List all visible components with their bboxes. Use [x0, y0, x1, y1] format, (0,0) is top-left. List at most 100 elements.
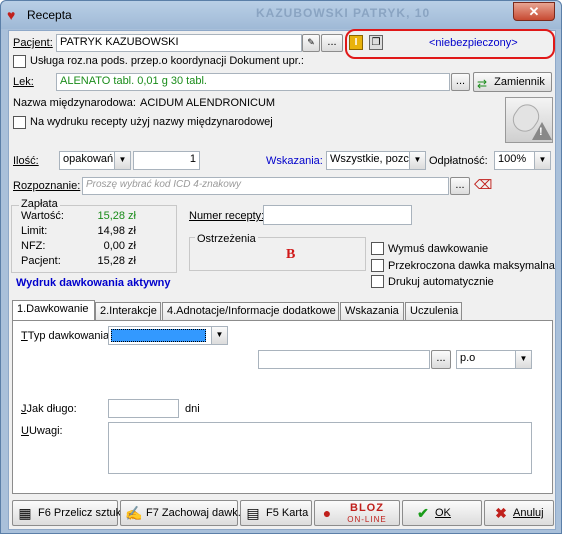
payment-row-label: Limit: [21, 225, 48, 237]
card-icon: ▤ [246, 505, 260, 521]
tab-annotations[interactable]: 4.Adnotacje/Informacje dodatkowe [162, 302, 339, 320]
dosage-tab-panel: TTyp dawkowania: ▼ ... p.o ▼ JJak długo:… [12, 320, 553, 494]
max-dose-exceeded-label: Przekroczona dawka maksymalna [388, 260, 555, 272]
warnings-title: Ostrzeżenia [195, 233, 258, 245]
payment-select[interactable]: 100% ▼ [494, 151, 551, 170]
intl-name-checkbox[interactable] [13, 116, 26, 129]
tab-dosage[interactable]: 1.Dawkowanie [12, 300, 95, 320]
intl-name-label: Nazwa międzynarodowa: [13, 97, 136, 109]
replace-icon: ⇄ [477, 77, 488, 91]
drug-field[interactable]: ALENATO tabl. 0,01 g 30 tabl. [56, 73, 450, 91]
save-dosage-button[interactable]: ✍ F7 Zachowaj dawk. [120, 500, 241, 526]
patient-edit-icon[interactable]: ✎ [302, 34, 320, 52]
title-bar[interactable]: ♥ Recepta KAZUBOWSKI PATRYK, 10 ✕ [1, 1, 561, 29]
prescription-number-label: Numer recepty: [189, 210, 265, 222]
diagnosis-input[interactable]: Proszę wybrać kod ICD 4-znakowy [82, 177, 449, 195]
quantity-input[interactable]: 1 [133, 151, 200, 170]
insurance-status-link[interactable]: <niebezpieczony> [429, 37, 518, 49]
dosage-type-select[interactable]: ▼ [108, 326, 228, 345]
bloz-logo-bottom: ON-LINE [347, 515, 387, 524]
prescription-number-input[interactable] [263, 205, 412, 225]
close-button[interactable]: ✕ [513, 2, 555, 21]
dosage-type-label: TTyp dawkowania: [21, 330, 113, 342]
card-button[interactable]: ▤ F5 Karta [240, 500, 312, 526]
quantity-unit-select[interactable]: opakowań ▼ [59, 151, 131, 170]
intl-name-checkbox-label: Na wydruku recepty użyj nazwy międzynaro… [30, 116, 273, 128]
force-dosage-checkbox[interactable] [371, 242, 384, 255]
ok-button[interactable]: ✔ OK [402, 500, 482, 526]
warnings-value: B [286, 247, 296, 262]
payment-label: Odpłatność: [429, 155, 488, 167]
patient-field[interactable]: PATRYK KAZUBOWSKI [56, 34, 302, 52]
prescription-form: Pacjent: PATRYK KAZUBOWSKI ✎ ... I ❐ <ni… [8, 29, 556, 530]
tab-interactions[interactable]: 2.Interakcje [95, 302, 161, 320]
tab-bar: 1.Dawkowanie 2.Interakcje 4.Adnotacje/In… [12, 300, 553, 320]
payment-group-title: Zapłata [19, 198, 60, 210]
pills-icon: ● [322, 505, 332, 521]
dose-input[interactable] [258, 350, 430, 369]
payment-row-label: Pacjent: [21, 255, 61, 267]
calculator-icon: ▦ [18, 505, 32, 521]
drug-label: Lek: [13, 76, 34, 88]
route-value: p.o [460, 352, 476, 364]
dosage-print-status: Wydruk dawkowania aktywny [16, 277, 171, 289]
dose-browse-button[interactable]: ... [431, 350, 451, 369]
max-dose-exceeded-checkbox[interactable] [371, 259, 384, 272]
payment-row-label: Wartość: [21, 210, 64, 222]
force-dosage-label: Wymuś dawkowanie [388, 243, 489, 255]
usluga-checkbox[interactable] [13, 55, 26, 68]
ok-button-label: OK [435, 507, 451, 519]
notes-textarea[interactable] [108, 422, 532, 474]
dosage-doc-icon: ✍ [125, 505, 143, 521]
quantity-value: 1 [189, 153, 196, 165]
usluga-label: Usługa roz.na pods. przep.o koordynacji … [30, 55, 304, 67]
diagnosis-browse-button[interactable]: ... [450, 177, 470, 195]
cross-icon: ✖ [495, 505, 507, 521]
recalc-button[interactable]: ▦ F6 Przelicz sztuki [12, 500, 124, 526]
user-id-icon[interactable]: I [349, 35, 363, 50]
chevron-down-icon: ▼ [114, 152, 130, 169]
notes-label-text: Uwagi: [28, 425, 63, 437]
tab-allergies[interactable]: Uczulenia [405, 302, 462, 320]
quantity-unit-value: opakowań [63, 153, 114, 165]
chevron-down-icon: ▼ [409, 152, 425, 169]
payment-row-value: 14,98 zł [97, 225, 136, 237]
patient-browse-button[interactable]: ... [321, 34, 343, 52]
replace-button[interactable]: ⇄ Zamiennik [473, 72, 552, 92]
eraser-icon[interactable]: ⌫ [474, 177, 492, 193]
duration-input[interactable] [108, 399, 179, 418]
dosage-type-selection [111, 329, 206, 342]
cancel-button[interactable]: ✖ Anuluj [484, 500, 554, 526]
duration-unit: dni [185, 403, 200, 415]
drug-value: ALENATO tabl. 0,01 g 30 tabl. [60, 75, 207, 87]
payment-value: 100% [498, 153, 527, 165]
chevron-down-icon: ▼ [534, 152, 550, 169]
indications-select[interactable]: Wszystkie, pozc ▼ [326, 151, 426, 170]
copy-icon[interactable]: ❐ [369, 35, 383, 50]
auto-print-checkbox[interactable] [371, 275, 384, 288]
checkmark-icon: ✔ [417, 505, 429, 521]
app-icon: ♥ [7, 7, 16, 23]
drug-browse-button[interactable]: ... [451, 73, 470, 91]
tab-indications[interactable]: Wskazania [340, 302, 404, 320]
bloz-logo-top: BLOZ [350, 502, 384, 514]
notes-label: UUwagi: [21, 425, 63, 437]
indications-value: Wszystkie, pozc [330, 153, 409, 165]
chevron-down-icon: ▼ [515, 351, 531, 368]
diagnosis-placeholder: Proszę wybrać kod ICD 4-znakowy [86, 179, 242, 190]
patient-label: Pacjent: [13, 37, 53, 49]
duration-label-text: Jak długo: [26, 403, 77, 415]
payment-row-value: 15,28 zł [97, 255, 136, 267]
save-dosage-button-label: F7 Zachowaj dawk. [146, 507, 241, 519]
bloz-online-button[interactable]: ● BLOZ ON-LINE [314, 500, 400, 526]
card-button-label: F5 Karta [266, 507, 309, 519]
cancel-button-label: Anuluj [513, 507, 544, 519]
dosage-type-label-text: Typ dawkowania: [27, 330, 113, 342]
route-select[interactable]: p.o ▼ [456, 350, 532, 369]
window-title: Recepta [27, 8, 72, 22]
auto-print-label: Drukuj automatycznie [388, 276, 494, 288]
indications-label[interactable]: Wskazania: [266, 155, 323, 167]
app-window: ♥ Recepta KAZUBOWSKI PATRYK, 10 ✕ Pacjen… [0, 0, 562, 534]
duration-label: JJak długo: [21, 403, 77, 415]
quantity-label: Ilość: [13, 155, 39, 167]
